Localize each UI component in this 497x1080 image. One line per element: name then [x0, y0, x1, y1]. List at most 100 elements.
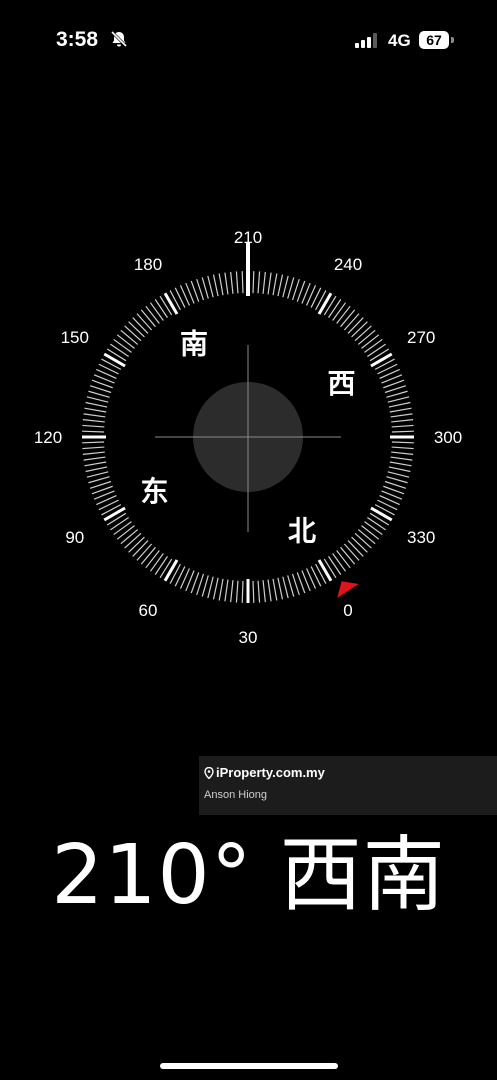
compass-tick	[370, 352, 393, 368]
compass-tick	[86, 396, 109, 403]
compass-tick	[336, 550, 351, 569]
compass-tick	[357, 329, 376, 345]
compass-tick	[207, 576, 214, 599]
compass-tick	[343, 543, 360, 561]
degree-label: 120	[34, 428, 62, 447]
compass-tick	[163, 292, 179, 315]
watermark-banner: iProperty.com.my Anson Hiong	[199, 756, 497, 815]
compass-tick	[82, 419, 105, 423]
compass-dial: 0306090120150180210240270300330 北东南西	[34, 228, 462, 647]
compass-tick	[132, 317, 149, 334]
compass-tick	[387, 471, 410, 478]
compass-tick	[136, 313, 153, 331]
compass-tick	[196, 278, 205, 301]
compass-tick	[384, 480, 407, 489]
cardinal-north: 北	[288, 515, 316, 548]
compass-tick	[113, 521, 132, 536]
compass-tick	[145, 305, 160, 324]
compass-tick	[277, 577, 284, 600]
cardinal-east: 东	[140, 475, 168, 508]
compass-tick	[343, 313, 360, 331]
compass-tick	[196, 573, 205, 596]
compass-tick	[83, 413, 106, 418]
compass-tick	[128, 536, 145, 553]
compass-tick	[113, 338, 132, 353]
home-indicator[interactable]	[160, 1063, 338, 1069]
compass-tick	[207, 275, 214, 298]
compass-tick	[287, 277, 295, 299]
compass-tick	[230, 580, 234, 603]
watermark-agent: Anson Hiong	[204, 789, 267, 801]
compass-tick	[267, 579, 272, 602]
compass-tick	[391, 419, 414, 423]
compass-tick	[262, 580, 266, 603]
compass-tick	[145, 550, 160, 569]
compass-tick	[351, 321, 368, 338]
compass-tick	[252, 271, 255, 294]
compass-tick	[287, 575, 295, 597]
compass-tick	[364, 521, 383, 536]
degree-label: 180	[134, 255, 162, 274]
compass-tick	[116, 525, 135, 540]
heading-indicator-line	[246, 242, 250, 296]
compass-tick	[357, 529, 376, 545]
compass-tick	[391, 441, 414, 444]
degree-label: 150	[61, 328, 89, 347]
compass-tick	[388, 401, 411, 408]
compass-tick	[124, 325, 142, 342]
compass-tick	[88, 476, 110, 484]
battery-level: 67	[419, 31, 449, 49]
degree-label: 0	[343, 601, 352, 620]
compass-tick	[85, 401, 108, 408]
compass-tick	[82, 441, 105, 444]
cardinal-west: 西	[328, 367, 356, 400]
degree-label: 240	[334, 255, 362, 274]
degree-label: 300	[434, 428, 462, 447]
compass-tick	[328, 556, 342, 575]
compass-tick	[88, 390, 110, 398]
compass-tick	[332, 302, 347, 321]
heading-readout: 210° 西南	[51, 828, 446, 923]
compass-tick	[124, 532, 142, 549]
compass-tick	[340, 546, 356, 565]
compass-tick	[291, 278, 300, 301]
silent-bell-icon	[110, 30, 128, 48]
compass-tick	[154, 299, 168, 318]
compass-tick	[224, 272, 229, 295]
compass-tick	[351, 536, 368, 553]
compass-tick	[230, 271, 234, 294]
compass-tick	[149, 553, 164, 572]
degree-label: 30	[239, 628, 258, 647]
location-pin-icon	[204, 767, 214, 779]
compass-tick	[391, 424, 414, 428]
compass-tick	[82, 446, 105, 450]
compass-tick	[224, 579, 229, 602]
compass-tick	[347, 317, 364, 334]
compass-tick	[340, 309, 356, 328]
compass-tick	[388, 466, 411, 473]
compass-tick	[386, 390, 408, 398]
compass-tick	[336, 305, 351, 324]
compass-tick	[391, 430, 414, 433]
compass-tick	[140, 546, 156, 565]
compass-tick	[332, 553, 347, 572]
compass-tick	[370, 506, 393, 522]
compass-tick	[354, 325, 372, 342]
compass-tick	[83, 456, 106, 461]
compass-tick	[103, 506, 126, 522]
compass-tick	[82, 424, 105, 428]
compass-tick	[85, 466, 108, 473]
network-type: 4G	[388, 31, 411, 50]
compass-tick	[272, 273, 278, 296]
compass-tick	[390, 456, 413, 461]
compass-tick	[82, 430, 105, 433]
compass-tick	[103, 352, 126, 368]
compass-tick	[110, 517, 129, 531]
compass-tick	[235, 580, 239, 603]
cellular-signal-icon	[355, 33, 377, 48]
battery-icon: 67	[419, 31, 455, 49]
compass-tick	[154, 556, 168, 575]
compass-tick	[367, 343, 386, 357]
compass-tick	[262, 271, 266, 294]
compass-tick	[361, 525, 380, 540]
